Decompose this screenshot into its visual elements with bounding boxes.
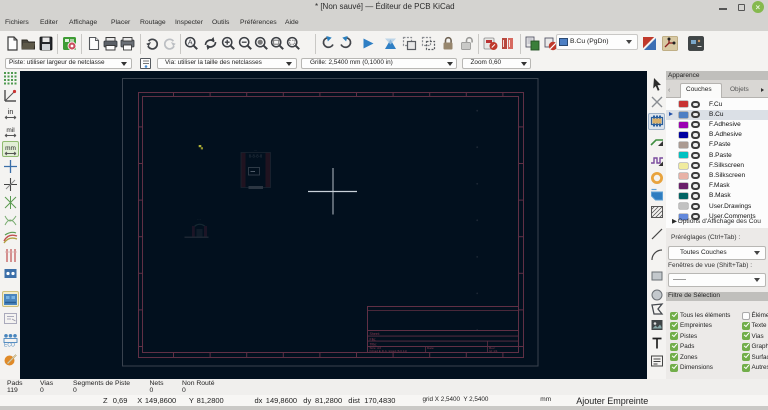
svg-text:Sheet:: Sheet:	[370, 332, 380, 336]
svg-text:in: in	[7, 109, 13, 116]
svg-text:ECO: ECO	[4, 342, 15, 348]
svg-text:Id: 1/1: Id: 1/1	[489, 349, 498, 353]
svg-text:mm: mm	[5, 145, 16, 152]
svg-text:A: A	[188, 40, 193, 47]
svg-text:mil: mil	[6, 127, 15, 134]
svg-text:KiCad E.D.A. kicad (6.0.11): KiCad E.D.A. kicad (6.0.11)	[370, 349, 408, 353]
svg-text:Date:: Date:	[427, 346, 435, 350]
svg-text:8·8·8·8: 8·8·8·8	[249, 154, 263, 159]
svg-text:···: ···	[254, 149, 258, 153]
svg-text:···: ···	[197, 218, 201, 222]
svg-text:File:: File:	[370, 337, 377, 341]
